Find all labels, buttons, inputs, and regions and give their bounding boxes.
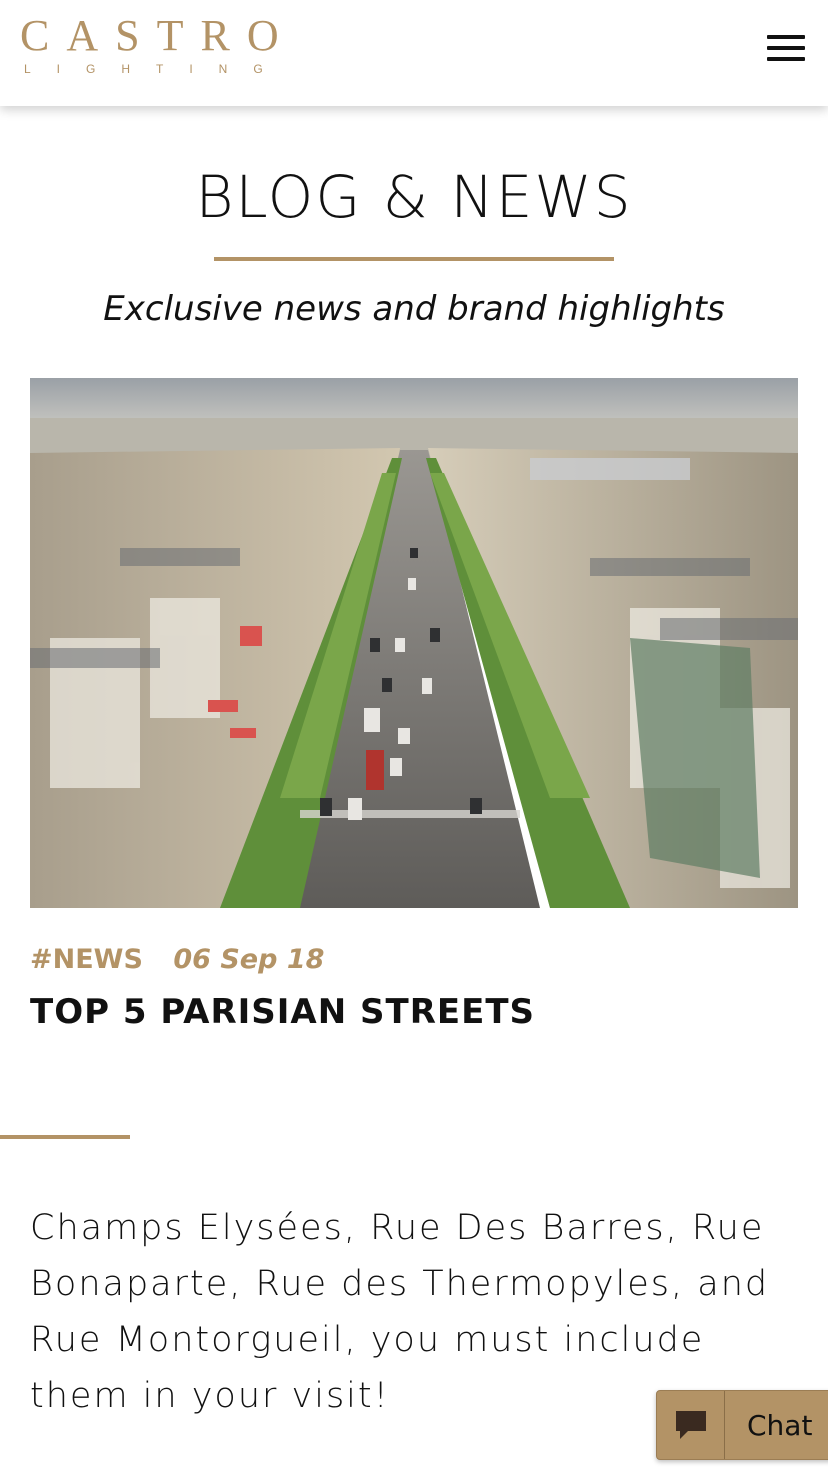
logo-subtitle: LIGHTING — [24, 62, 289, 76]
chat-button[interactable]: Chat — [656, 1390, 828, 1460]
menu-bar — [767, 34, 805, 39]
site-header: CASTRO LIGHTING — [0, 0, 828, 106]
paris-street-photo — [30, 378, 798, 908]
post-date: 06 Sep 18 — [173, 944, 325, 975]
post-title-link[interactable]: TOP 5 PARISIAN STREETS — [30, 992, 535, 1032]
chat-label: Chat — [747, 1408, 813, 1442]
title-divider — [214, 257, 614, 261]
menu-bar — [767, 56, 805, 61]
chat-bubble-icon — [657, 1391, 725, 1459]
castro-lighting-logo[interactable]: CASTRO LIGHTING — [20, 14, 282, 78]
menu-bar — [767, 45, 805, 50]
post-meta: #NEWS 06 Sep 18 — [30, 944, 324, 980]
page-subtitle: Exclusive news and brand highlights — [103, 289, 725, 329]
chat-bubble-svg — [675, 1411, 706, 1439]
logo-wordmark: CASTRO — [20, 11, 296, 60]
section-divider — [0, 1135, 130, 1139]
page-title: BLOG & NEWS — [195, 163, 633, 231]
post-tag-link[interactable]: #NEWS — [30, 944, 143, 975]
post-hero-image[interactable] — [30, 378, 798, 908]
hamburger-menu-icon[interactable] — [764, 34, 808, 68]
